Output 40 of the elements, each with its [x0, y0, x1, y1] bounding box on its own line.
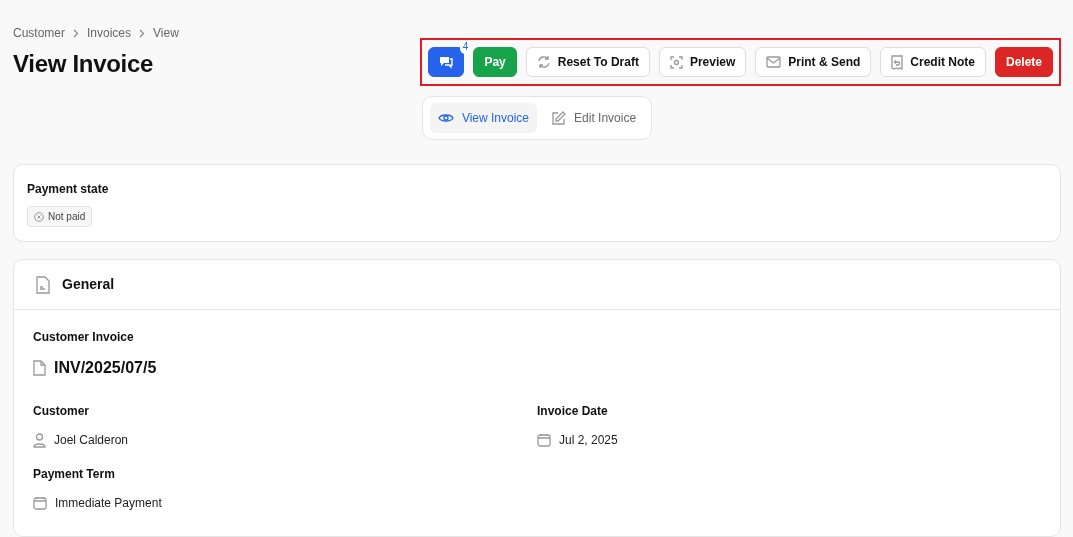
field-label: Customer	[33, 403, 90, 420]
preview-button[interactable]: Preview	[658, 47, 747, 77]
field-label: Customer Invoice	[33, 329, 135, 346]
credit-note-button[interactable]: Credit Note	[880, 47, 986, 77]
breadcrumb-link[interactable]: View	[153, 24, 179, 42]
chevron-icon	[139, 28, 146, 38]
x-circle-icon	[34, 211, 44, 222]
field-value: Jul 2, 2025	[559, 432, 618, 449]
field-value: Immediate Payment	[55, 495, 162, 512]
chat-button[interactable]	[428, 47, 465, 77]
envelope-icon	[766, 56, 782, 68]
scan-icon	[669, 55, 683, 69]
calendar-icon	[33, 496, 47, 510]
section-title: General	[62, 275, 115, 294]
tab[interactable]: Edit Invoice	[543, 103, 645, 133]
chat-icon	[438, 55, 455, 69]
field-value: Joel Calderon	[54, 432, 129, 449]
calendar-icon	[537, 433, 551, 447]
document-icon	[33, 360, 46, 376]
chevron-icon	[73, 28, 79, 38]
field-label: Payment state	[27, 181, 110, 198]
status-text: Not paid	[48, 210, 86, 224]
document-icon	[36, 275, 50, 294]
pay-button[interactable]: Pay	[473, 47, 517, 77]
field-label: Invoice Date	[537, 403, 609, 420]
pencil-icon	[551, 110, 567, 126]
field-label: Payment Term	[33, 466, 116, 483]
count-badge: 4	[459, 40, 472, 54]
eye-icon	[437, 112, 454, 124]
tab[interactable]: View Invoice	[429, 103, 538, 133]
print-send-button[interactable]: Print & Send	[755, 47, 872, 77]
person-icon	[33, 432, 46, 448]
breadcrumb-link[interactable]: Customer	[13, 24, 65, 42]
invoice-number: INV/2025/07/5	[54, 358, 157, 378]
refresh-icon	[536, 55, 551, 69]
reset-button[interactable]: Reset To Draft	[525, 47, 650, 77]
receipt-icon	[891, 54, 904, 70]
delete-button[interactable]: Delete	[994, 47, 1053, 77]
breadcrumb-link[interactable]: Invoices	[87, 24, 132, 42]
page-title: View Invoice	[13, 50, 155, 79]
